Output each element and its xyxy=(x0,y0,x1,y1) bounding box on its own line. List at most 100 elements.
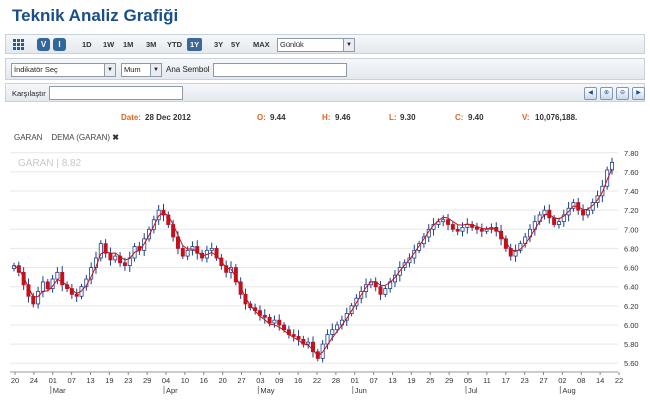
candle-body xyxy=(122,262,127,267)
candle-body xyxy=(383,288,388,295)
candle-body xyxy=(474,226,479,230)
candle-body xyxy=(209,248,214,251)
x-tick-label: 28 xyxy=(332,376,340,385)
x-tick-label: 22 xyxy=(313,376,321,385)
indicator-select-value: İndikatör Seç xyxy=(14,65,58,74)
grid-icon[interactable] xyxy=(13,39,24,50)
x-tick-label: 19 xyxy=(105,376,113,385)
candle-body xyxy=(277,319,282,326)
candle-body xyxy=(45,281,50,290)
dema-line xyxy=(13,168,613,357)
y-tick-label: 6.60 xyxy=(624,264,639,273)
chart-type-select[interactable]: Mum ▼ xyxy=(121,63,162,77)
period-button-1d[interactable]: 1D xyxy=(79,38,95,51)
candle-body xyxy=(330,329,335,335)
candle-body xyxy=(262,314,267,318)
x-tick-label: 10 xyxy=(181,376,189,385)
x-tick-label: 11 xyxy=(483,376,491,385)
x-tick-label: 20 xyxy=(11,376,19,385)
v-button[interactable]: V xyxy=(37,38,50,51)
scroll-right-icon[interactable]: ▶ xyxy=(632,87,645,100)
x-month-label: Apr xyxy=(166,386,178,395)
y-tick-label: 6.20 xyxy=(624,302,639,311)
zoom-in-icon[interactable]: ⊕ xyxy=(600,87,613,100)
interval-select-value: Günlük xyxy=(280,40,304,49)
y-tick-label: 7.00 xyxy=(624,225,639,234)
x-tick-label: 07 xyxy=(369,376,377,385)
x-tick-label: 27 xyxy=(539,376,547,385)
candle-body xyxy=(113,255,118,261)
period-button-1y[interactable]: 1Y xyxy=(187,38,203,51)
candle-body xyxy=(455,228,460,232)
x-month-label: Aug xyxy=(562,386,575,395)
x-tick-label: 22 xyxy=(615,376,623,385)
candle-body xyxy=(484,228,489,232)
period-button-3m[interactable]: 3M xyxy=(143,38,159,51)
candle-body xyxy=(185,249,190,257)
y-tick-label: 7.20 xyxy=(624,206,639,215)
i-button[interactable]: I xyxy=(53,38,66,51)
symbol-input[interactable] xyxy=(213,63,347,77)
candle-body xyxy=(74,293,79,297)
x-tick-label: 23 xyxy=(520,376,528,385)
candle-body xyxy=(306,341,311,345)
x-tick-label: 07 xyxy=(67,376,75,385)
candle-body xyxy=(581,209,586,216)
indicator-select[interactable]: İndikatör Seç ▼ xyxy=(11,63,116,77)
zoom-out-icon[interactable]: ⊖ xyxy=(616,87,629,100)
x-tick-label: 27 xyxy=(237,376,245,385)
y-tick-label: 5.80 xyxy=(624,340,639,349)
interval-select[interactable]: Günlük ▼ xyxy=(277,38,355,52)
compare-label: Karşılaştır xyxy=(12,89,46,98)
candle-body xyxy=(552,217,557,225)
period-button-ytd[interactable]: YTD xyxy=(164,38,185,51)
scroll-left-icon[interactable]: ◀ xyxy=(584,87,597,100)
remove-indicator-icon[interactable]: ✖ xyxy=(112,133,119,142)
candle-body xyxy=(108,252,113,261)
period-button-1m[interactable]: 1M xyxy=(120,38,136,51)
volume-label: V: xyxy=(522,113,530,122)
x-tick-label: 20 xyxy=(218,376,226,385)
x-tick-label: 16 xyxy=(294,376,302,385)
indicator-toolbar: İndikatör Seç ▼ Mum ▼ Ana Sembol xyxy=(5,58,645,80)
x-tick-label: 29 xyxy=(445,376,453,385)
candle-body xyxy=(267,316,272,324)
chart-legend: GARAN DEMA (GARAN) ✖ xyxy=(14,133,119,142)
period-button-3y[interactable]: 3Y xyxy=(211,38,226,51)
chevron-down-icon: ▼ xyxy=(343,39,354,51)
period-toolbar: V I 1D 1W 1M 3M YTD 1Y 3Y 5Y MAX Günlük ▼ xyxy=(5,34,645,54)
period-button-1w[interactable]: 1W xyxy=(100,38,117,51)
x-tick-label: 13 xyxy=(86,376,94,385)
close-label: C: xyxy=(455,113,464,122)
period-button-max[interactable]: MAX xyxy=(250,38,273,51)
compare-input[interactable] xyxy=(49,86,183,100)
quote-readout: Date: 28 Dec 2012 O: 9.44 H: 9.46 L: 9.3… xyxy=(0,113,650,125)
x-tick-label: 08 xyxy=(577,376,585,385)
x-tick-label: 17 xyxy=(502,376,510,385)
y-tick-label: 7.80 xyxy=(624,149,639,158)
low-value: 9.30 xyxy=(400,113,416,122)
compare-toolbar: Karşılaştır ◀ ⊕ ⊖ ▶ xyxy=(5,83,645,102)
date-label: Date: xyxy=(121,113,142,122)
compare-input-value xyxy=(50,93,52,102)
y-tick-label: 7.60 xyxy=(624,168,639,177)
symbol-label: Ana Sembol xyxy=(166,65,210,74)
chart-type-select-value: Mum xyxy=(124,65,141,74)
y-tick-label: 6.80 xyxy=(624,244,639,253)
x-tick-label: 09 xyxy=(275,376,283,385)
candle-body xyxy=(296,336,301,340)
chart-watermark: GARAN | 8.82 xyxy=(18,158,82,169)
x-tick-label: 02 xyxy=(558,376,566,385)
close-value: 9.40 xyxy=(468,113,484,122)
x-tick-label: 13 xyxy=(388,376,396,385)
x-tick-label: 23 xyxy=(124,376,132,385)
x-tick-label: 16 xyxy=(200,376,208,385)
candle-body xyxy=(556,221,561,225)
candle-body xyxy=(55,271,60,280)
candle-body xyxy=(460,226,465,232)
chevron-down-icon: ▼ xyxy=(104,64,115,76)
period-button-5y[interactable]: 5Y xyxy=(228,38,243,51)
candle-body xyxy=(36,291,41,305)
legend-series-garan: GARAN xyxy=(14,133,43,142)
x-month-label: Mar xyxy=(53,386,66,395)
